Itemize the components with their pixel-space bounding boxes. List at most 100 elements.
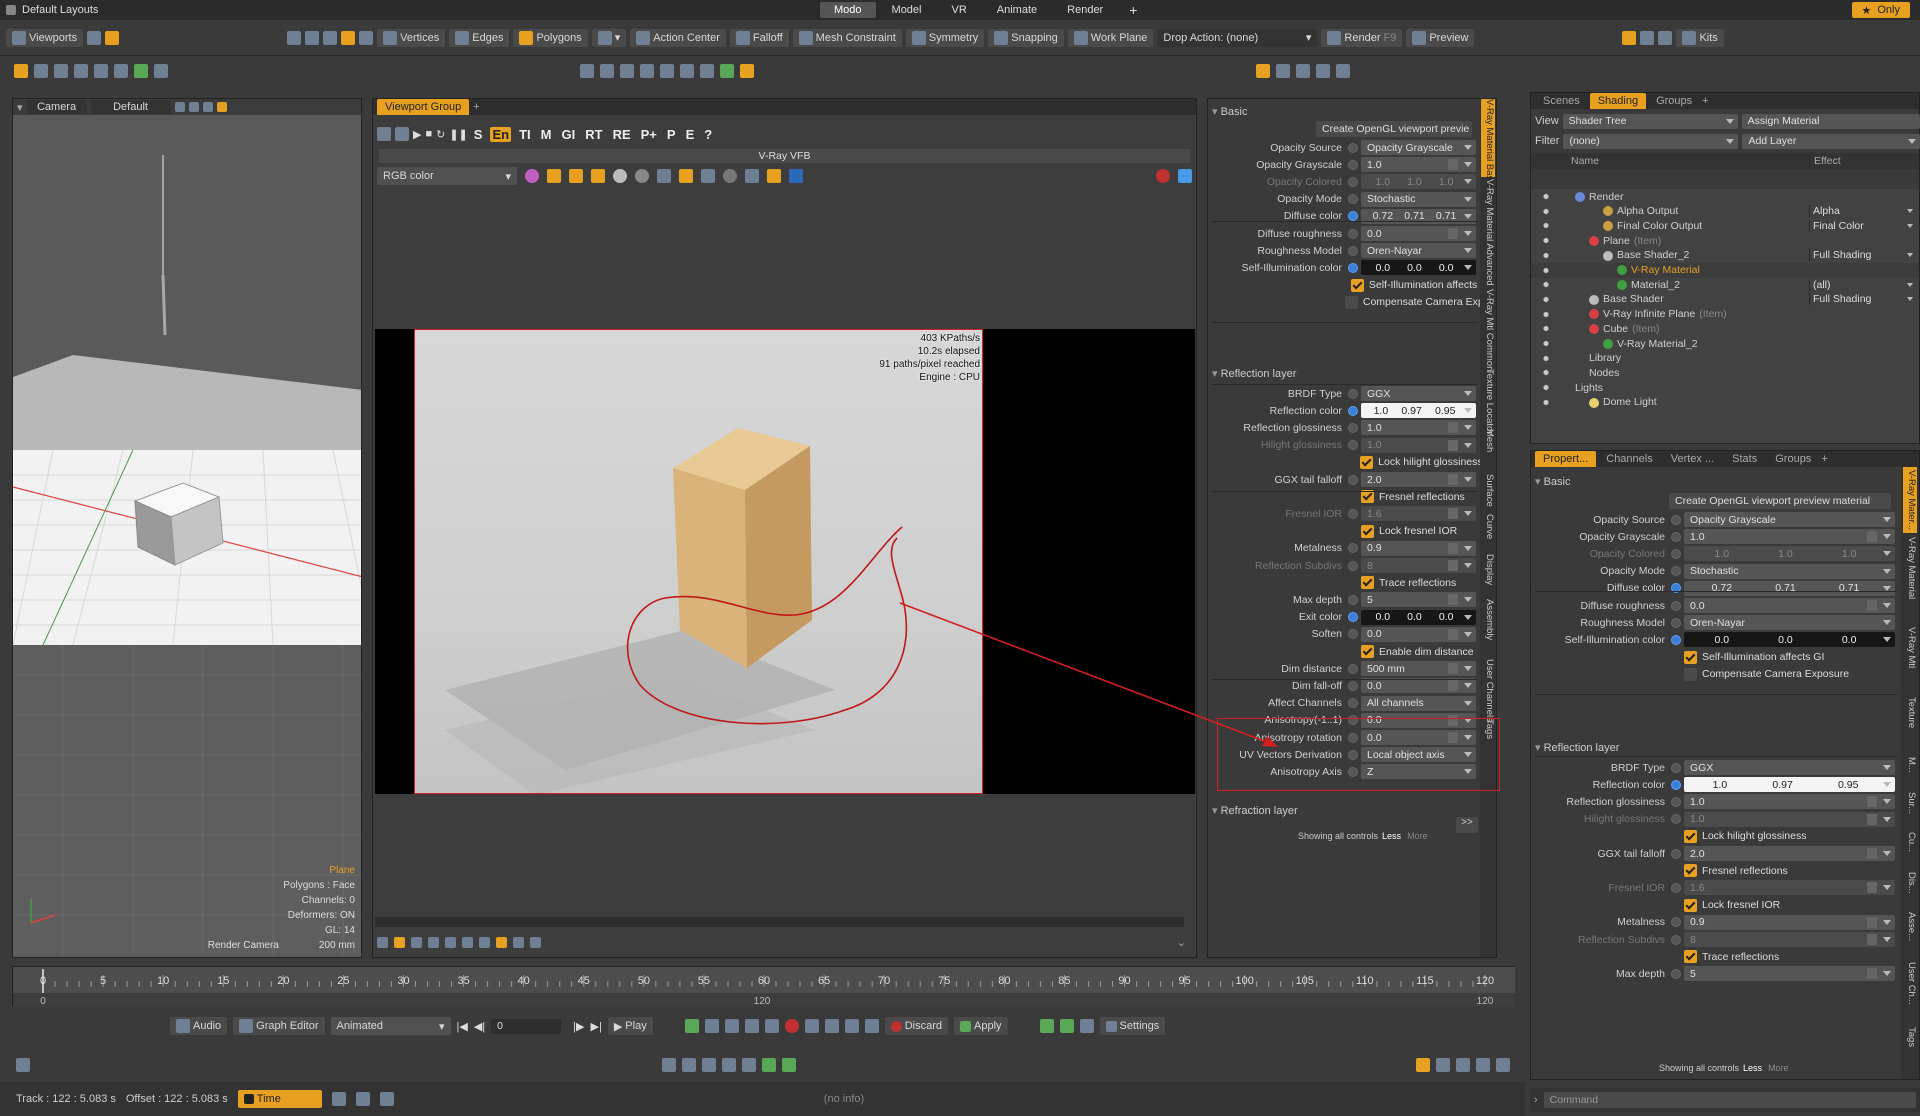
channel-dot[interactable]: [1671, 600, 1681, 611]
checkbox[interactable]: [1684, 829, 1697, 843]
key-sel-icon[interactable]: [744, 1019, 759, 1033]
prop-field[interactable]: 500 mm: [1361, 661, 1476, 677]
grid-icon[interactable]: [682, 1058, 696, 1072]
bg-icon[interactable]: [462, 936, 473, 948]
region-render-icon[interactable]: [767, 169, 781, 183]
prop-field[interactable]: 5: [1684, 966, 1895, 982]
channel-dot[interactable]: [1671, 814, 1681, 825]
right-d-icon[interactable]: [1316, 64, 1330, 78]
teapot-icon[interactable]: [1178, 169, 1192, 183]
grid-toggle-icon[interactable]: [174, 102, 185, 112]
checkbox[interactable]: [1684, 667, 1697, 681]
vertices-button[interactable]: Vertices: [377, 28, 446, 47]
polygons-button[interactable]: Polygons: [513, 28, 588, 47]
visibility-eye-icon[interactable]: [1539, 206, 1553, 216]
prop-select[interactable]: All channels: [1361, 695, 1476, 711]
channel-dot[interactable]: [1348, 440, 1358, 451]
layout-c-icon[interactable]: [1456, 1058, 1470, 1072]
prop-field[interactable]: 1.0 0.97 0.95: [1361, 403, 1476, 419]
wire-toggle-icon[interactable]: [188, 102, 199, 112]
tree-row[interactable]: V-Ray Material: [1531, 262, 1919, 278]
assign-material-button[interactable]: Assign Material: [1741, 113, 1920, 129]
vfb-tool-e[interactable]: E: [684, 127, 697, 142]
falloff-button[interactable]: Falloff: [729, 28, 789, 47]
prop-field[interactable]: 1.0: [1361, 437, 1476, 453]
vtab-3[interactable]: Texture Locator: [1481, 369, 1495, 434]
add-tab-button[interactable]: +: [1129, 2, 1137, 18]
channel-dot[interactable]: [1348, 262, 1358, 273]
rect-icon[interactable]: [620, 64, 634, 78]
key-icon[interactable]: [684, 1019, 699, 1033]
channel-dot[interactable]: [1348, 698, 1358, 709]
prop-field[interactable]: 0.0: [1684, 598, 1895, 613]
channel-dot[interactable]: [1671, 617, 1681, 628]
prop-field[interactable]: 0.0 0.0 0.0: [1361, 609, 1476, 625]
status-a-icon[interactable]: [331, 1092, 346, 1106]
channel-dot[interactable]: [1348, 245, 1358, 256]
channel-dot[interactable]: [1348, 543, 1358, 554]
prop-field[interactable]: 1.0: [1361, 420, 1476, 436]
prop-select[interactable]: Oren-Nayar: [1684, 615, 1895, 631]
visibility-eye-icon[interactable]: [1539, 324, 1553, 334]
work-plane-button[interactable]: Work Plane: [1067, 28, 1154, 47]
view-select[interactable]: Shader Tree: [1562, 113, 1738, 129]
key-a-icon[interactable]: [804, 1019, 819, 1033]
prop-field[interactable]: 0.0: [1361, 626, 1476, 642]
timeline-ruler[interactable]: 0 5 10 15 20 25 30 35 40 45 50 55 60 65 70 75 80 85 90 95 10…: [13, 967, 1515, 1007]
compare-icon[interactable]: [394, 936, 405, 948]
red-channel-icon[interactable]: [547, 169, 561, 183]
right-c-icon[interactable]: [1296, 64, 1310, 78]
folder-icon[interactable]: [679, 169, 693, 183]
play-button[interactable]: ▶ Play: [607, 1017, 653, 1035]
tree-row[interactable]: V-Ray Material_2: [1531, 336, 1919, 351]
rect-icon[interactable]: [702, 1058, 716, 1072]
prop-field[interactable]: 0.0: [1361, 226, 1476, 241]
add-icon[interactable]: [134, 64, 148, 78]
curve-icon[interactable]: [445, 936, 456, 948]
channel-dot[interactable]: [1348, 388, 1358, 399]
add-viewport-tab[interactable]: +: [473, 101, 479, 113]
camera-icon[interactable]: [742, 1058, 756, 1072]
checkbox[interactable]: [1684, 898, 1697, 912]
save-icon[interactable]: [657, 169, 671, 183]
prop-field[interactable]: 0.0: [1361, 678, 1476, 694]
gray-point-icon[interactable]: [635, 169, 649, 183]
vtab-9[interactable]: User Channels: [1481, 659, 1495, 722]
channel-select[interactable]: RGB color ▾: [377, 167, 517, 185]
tree-row[interactable]: Library: [1531, 351, 1919, 366]
go-start-icon[interactable]: |◀: [457, 1020, 468, 1033]
prop-field[interactable]: 1.0: [1684, 529, 1895, 545]
vtab-right-5[interactable]: Sur...: [1903, 792, 1917, 814]
vtab-right-3[interactable]: Texture: [1903, 697, 1917, 728]
vtab-6[interactable]: Curve: [1481, 514, 1495, 539]
levels-icon[interactable]: [428, 936, 439, 948]
refresh-icon[interactable]: ↻: [436, 128, 445, 141]
box-icon[interactable]: [662, 1058, 676, 1072]
stop-badge-icon[interactable]: [1156, 169, 1170, 183]
tree-row[interactable]: V-Ray Infinite Plane (Item): [1531, 307, 1919, 322]
less-link[interactable]: Less: [1382, 831, 1401, 841]
channel-dot[interactable]: [1348, 228, 1358, 239]
vtab-right-1[interactable]: V-Ray Material: [1903, 537, 1917, 599]
key-c-icon[interactable]: [844, 1019, 859, 1033]
settings-button[interactable]: Settings: [1099, 1017, 1166, 1035]
tab-shading[interactable]: Shading: [1589, 93, 1647, 109]
visibility-eye-icon[interactable]: [1539, 368, 1553, 378]
channel-dot[interactable]: [1671, 762, 1681, 773]
key-edit-icon[interactable]: [724, 1019, 739, 1033]
vtab-right-0[interactable]: V-Ray Mater...: [1903, 467, 1917, 533]
component-dropdown[interactable]: ▾: [591, 28, 627, 47]
tree-row[interactable]: Render: [1531, 189, 1919, 204]
tree-row[interactable]: Cube (Item): [1531, 321, 1919, 336]
layout-a-icon[interactable]: [1416, 1058, 1430, 1072]
key-bake-icon[interactable]: [764, 1019, 779, 1033]
vfb-tool-x[interactable]: ?: [702, 127, 714, 142]
white-point-icon[interactable]: [613, 169, 627, 183]
section-reflection[interactable]: Reflection layer: [1212, 367, 1297, 380]
channel-dot[interactable]: [1348, 612, 1358, 623]
vfb-tool-s[interactable]: S: [472, 127, 485, 142]
tab-model[interactable]: Model: [878, 2, 936, 18]
prop-select[interactable]: Oren-Nayar: [1361, 243, 1476, 259]
layout-f-icon[interactable]: [114, 64, 128, 78]
checkbox[interactable]: [1684, 650, 1697, 664]
